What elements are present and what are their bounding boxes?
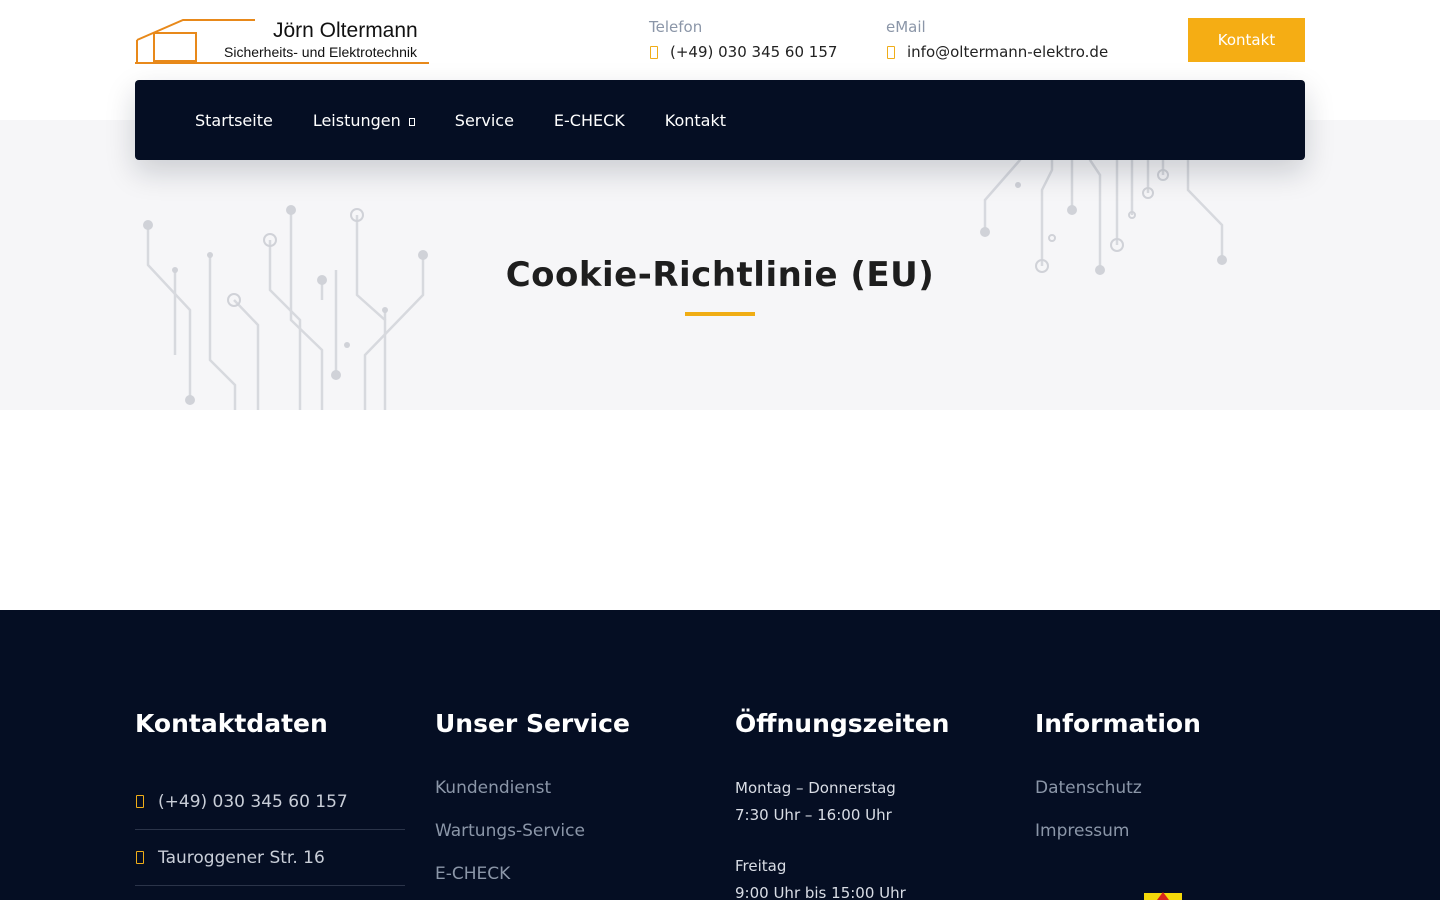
footer-link-datenschutz[interactable]: Datenschutz [1035, 778, 1305, 798]
main-navigation: Startseite Leistungen Service E-CHECK Ko… [135, 80, 1305, 160]
phone-label: Telefon [649, 18, 703, 36]
footer-info-column: Information Datenschutz Impressum [1035, 709, 1305, 842]
nav-label: Kontakt [664, 110, 727, 130]
nav-item-service[interactable]: Service [455, 111, 514, 130]
nav-label: Service [454, 110, 514, 130]
footer-link-wartungs-service[interactable]: Wartungs-Service [435, 821, 705, 841]
site-footer: Kontaktdaten (+49) 030 345 60 157 Taurog… [0, 610, 1440, 900]
hours-days-1: Montag – Donnerstag [735, 779, 896, 797]
footer-service-column: Unser Service Kundendienst Wartungs-Serv… [435, 709, 705, 885]
logo-subtitle: Sicherheits- und Elektrotechnik [224, 44, 417, 60]
nav-item-kontakt[interactable]: Kontakt [665, 111, 726, 130]
location-icon [136, 851, 144, 864]
kontakt-button[interactable]: Kontakt [1188, 18, 1305, 62]
nav-label: Leistungen [312, 110, 401, 130]
email-value[interactable]: info@oltermann-elektro.de [907, 43, 1108, 61]
mail-icon [887, 45, 895, 59]
footer-hours-column: Öffnungszeiten Montag – Donnerstag 7:30 … [735, 710, 1005, 900]
hours-time-1: 7:30 Uhr – 16:00 Uhr [735, 806, 892, 824]
hours-time-2: 9:00 Uhr bis 15:00 Uhr [735, 884, 906, 900]
phone-value[interactable]: (+49) 030 345 60 157 [670, 43, 837, 61]
chevron-down-icon [408, 117, 415, 126]
phone-icon [650, 45, 658, 59]
hours-days-2: Freitag [735, 857, 787, 875]
footer-address-value: Tauroggener Str. 16 [158, 847, 325, 868]
header-phone: Telefon (+49) 030 345 60 157 [649, 17, 837, 62]
logo[interactable]: Jörn Oltermann Sicherheits- und Elektrot… [135, 18, 431, 68]
footer-phone[interactable]: (+49) 030 345 60 157 [135, 774, 405, 830]
nav-item-e-check[interactable]: E-CHECK [554, 111, 625, 130]
nav-item-leistungen[interactable]: Leistungen [313, 111, 415, 130]
footer-link-kundendienst[interactable]: Kundendienst [435, 778, 705, 798]
header-email: eMail info@oltermann-elektro.de [886, 17, 1108, 62]
footer-address: Tauroggener Str. 16 [135, 830, 405, 886]
page-title: Cookie-Richtlinie (EU) [505, 255, 935, 295]
footer-heading: Öffnungszeiten [735, 709, 950, 738]
phone-icon [136, 795, 144, 808]
page-hero: Cookie-Richtlinie (EU) [0, 120, 1440, 410]
footer-heading: Information [1035, 709, 1201, 738]
logo-name: Jörn Oltermann [273, 19, 418, 42]
nav-label: E-CHECK [553, 110, 625, 130]
email-label: eMail [886, 18, 926, 36]
footer-contact-column: Kontaktdaten (+49) 030 345 60 157 Taurog… [135, 710, 405, 886]
footer-link-e-check[interactable]: E-CHECK [435, 864, 705, 884]
nav-label: Startseite [195, 110, 273, 130]
footer-link-impressum[interactable]: Impressum [1035, 821, 1305, 841]
footer-heading: Kontaktdaten [135, 709, 328, 738]
footer-phone-value: (+49) 030 345 60 157 [158, 791, 348, 812]
title-underline [685, 312, 755, 316]
footer-heading: Unser Service [435, 709, 630, 738]
nav-item-startseite[interactable]: Startseite [195, 111, 273, 130]
